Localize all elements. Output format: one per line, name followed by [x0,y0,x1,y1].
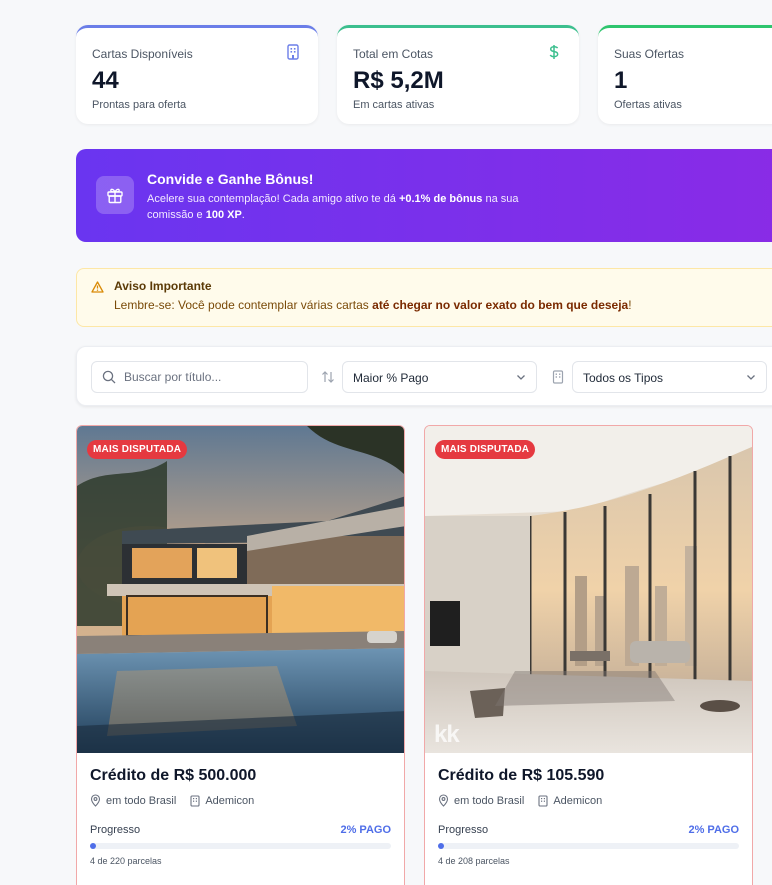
progress-fill [438,843,445,849]
progress-row: Progresso 2% PAGO [90,824,391,836]
invite-banner[interactable]: Convide e Ganhe Bônus! Acelere sua conte… [76,149,772,242]
notice-text-part: ! [628,298,632,312]
company: Ademicon [538,795,602,807]
progress-percent: 2% PAGO [340,824,391,836]
chevron-down-icon [517,375,525,380]
card-body: Crédito de R$ 105.590 em todo Brasil Ade… [425,753,752,880]
stat-sub: Em cartas ativas [353,99,435,111]
sort-select-value: Maior % Pago [353,371,429,385]
location-text: em todo Brasil [106,794,177,807]
card-title: Crédito de R$ 105.590 [438,767,605,784]
watermark-logo: kk [434,721,460,748]
location: em todo Brasil [90,794,176,807]
installments-text: 4 de 208 parcelas [438,856,510,866]
stat-label: Total em Cotas [353,47,434,61]
progress-bar [90,843,391,849]
card-title: Crédito de R$ 500.000 [90,767,257,784]
banner-text-bold: 100 XP [205,209,242,221]
warning-icon [91,281,104,293]
company: Ademicon [190,795,254,807]
sort-select[interactable]: Maior % Pago [342,361,537,393]
gift-icon [96,176,134,214]
banner-content: Convide e Ganhe Bônus! Acelere sua conte… [147,171,567,223]
company-text: Ademicon [205,794,255,807]
banner-text-part: Acelere sua contemplação! Cada amigo ati… [147,193,399,205]
stat-card-total: Total em Cotas R$ 5,2M Em cartas ativas [337,25,579,124]
stat-card-cartas: Cartas Disponíveis 44 Prontas para ofert… [76,25,318,124]
building-icon [538,794,548,807]
search-icon [102,370,116,384]
location-pin-icon [90,794,101,807]
stat-value: 1 [614,67,628,94]
most-disputed-badge: MAIS DISPUTADA [87,440,188,459]
progress-label: Progresso [90,824,141,836]
stat-card-ofertas: Suas Ofertas 1 Ofertas ativas [598,25,772,124]
card-meta: em todo Brasil Ademicon [438,794,739,807]
chevron-down-icon [747,375,755,380]
progress-percent: 2% PAGO [688,824,739,836]
banner-text-part: . [241,209,245,221]
progress-label: Progresso [438,824,489,836]
notice-text-bold: até chegar no valor exato do bem que des… [372,298,629,312]
offer-card[interactable]: MAIS DISPUTADA Crédito de R$ 500.000 em … [76,425,405,885]
stats-row: Cartas Disponíveis 44 Prontas para ofert… [76,25,772,124]
building-icon [287,44,299,60]
type-select-value: Todos os Tipos [583,371,664,385]
important-notice: Aviso Importante Lembre-se: Você pode co… [76,268,772,327]
progress-fill [90,843,97,849]
notice-text-part: Lembre-se: Você pode contemplar várias c… [114,298,373,312]
banner-title: Convide e Ganhe Bônus! [147,171,314,187]
progress-row: Progresso 2% PAGO [438,824,739,836]
sort-icon [322,371,334,383]
offer-card[interactable]: MAIS DISPUTADA kk Crédito de R$ 105.590 … [424,425,753,885]
stat-label: Suas Ofertas [614,47,685,61]
company-text: Ademicon [553,794,603,807]
banner-text: Acelere sua contemplação! Cada amigo ati… [147,191,567,223]
notice-text: Lembre-se: Você pode contemplar várias c… [114,298,772,312]
page: Cartas Disponíveis 44 Prontas para ofert… [0,0,772,885]
stat-value: R$ 5,2M [353,67,444,94]
apartment-interior-photo: MAIS DISPUTADA kk [425,426,752,753]
dollar-icon [549,45,559,59]
location-pin-icon [438,794,449,807]
notice-title: Aviso Importante [114,279,212,293]
most-disputed-badge: MAIS DISPUTADA [435,440,536,459]
stat-sub: Prontas para oferta [92,99,187,111]
building-icon [552,370,564,384]
stat-sub: Ofertas ativas [614,99,682,111]
installments-text: 4 de 220 parcelas [90,856,162,866]
house-pool-photo: MAIS DISPUTADA [77,426,404,753]
building-icon [190,794,200,807]
stat-label: Cartas Disponíveis [92,47,193,61]
card-meta: em todo Brasil Ademicon [90,794,391,807]
type-select[interactable]: Todos os Tipos [572,361,767,393]
card-body: Crédito de R$ 500.000 em todo Brasil Ade… [77,753,404,880]
progress-bar [438,843,739,849]
search-box[interactable] [91,361,308,393]
filters-bar: Maior % Pago Todos os Tipos [76,346,772,406]
location: em todo Brasil [438,794,524,807]
stat-value: 44 [92,67,119,94]
banner-text-bold: +0.1% de bônus [398,193,483,205]
search-input[interactable] [124,370,294,384]
location-text: em todo Brasil [454,794,525,807]
